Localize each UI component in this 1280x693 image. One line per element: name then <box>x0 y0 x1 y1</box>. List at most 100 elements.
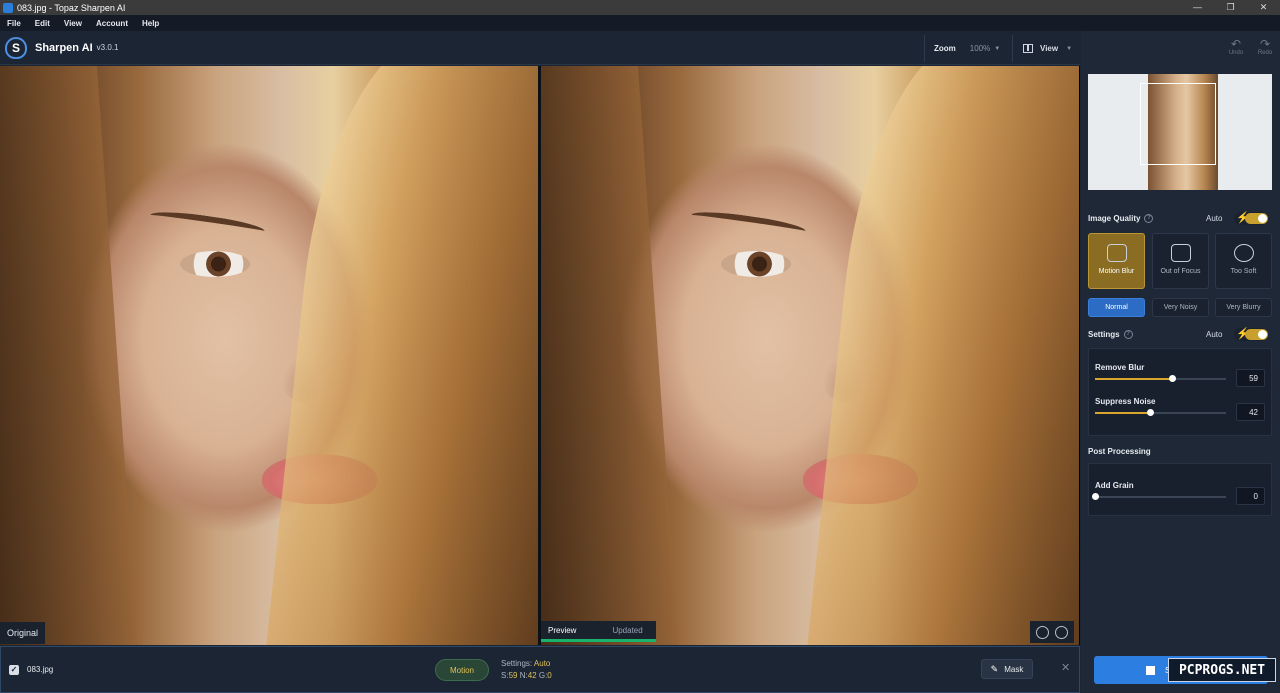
zoom-control[interactable]: Zoom 100% ▼ <box>924 35 1006 62</box>
noise-normal-button[interactable]: Normal <box>1088 298 1145 317</box>
undo-button[interactable]: ↶ Undo <box>1226 38 1246 56</box>
window-titlebar: 083.jpg - Topaz Sharpen AI — ❐ ✕ <box>0 0 1280 15</box>
remove-blur-label: Remove Blur <box>1095 363 1145 372</box>
image-quality-section: Image Quality? <box>1088 214 1154 224</box>
camera-shake-icon <box>1106 244 1127 262</box>
toggle-track <box>1245 329 1268 340</box>
menu-help[interactable]: Help <box>135 19 166 28</box>
mode-label: Out of Focus <box>1160 268 1201 275</box>
mode-badge: Motion <box>435 659 489 681</box>
noise-very-blurry-button[interactable]: Very Blurry <box>1215 298 1272 317</box>
slider-fill <box>1095 378 1173 380</box>
mask-button[interactable]: ✎ Mask <box>981 659 1033 679</box>
mode-label: Too Soft <box>1230 268 1257 275</box>
menu-view[interactable]: View <box>57 19 89 28</box>
navigator-viewport-frame[interactable] <box>1140 83 1216 165</box>
suppress-noise-value[interactable]: 42 <box>1236 403 1265 421</box>
preview-toggle[interactable]: Preview Updated <box>541 621 656 642</box>
brush-icon: ✎ <box>990 663 999 674</box>
mode-out-of-focus-button[interactable]: Out of Focus <box>1152 233 1209 289</box>
split-view-icon <box>1023 44 1033 53</box>
view-control[interactable]: View ▼ <box>1012 35 1080 62</box>
toggle-knob <box>1258 214 1267 223</box>
remove-file-icon[interactable]: ✕ <box>1061 661 1070 674</box>
face-detect-icon[interactable] <box>1036 625 1049 639</box>
suppress-noise-label: Suppress Noise <box>1095 397 1156 406</box>
app-icon <box>3 2 13 13</box>
face-tools <box>1030 621 1074 643</box>
app-header: S Sharpen AI v3.0.1 Zoom 100% ▼ View ▼ <box>0 31 1080 65</box>
original-label: Original <box>0 622 45 644</box>
menu-bar: File Edit View Account Help <box>0 15 1280 31</box>
settings-section: Settings? <box>1088 330 1133 340</box>
chevron-down-icon: ▼ <box>994 45 1001 52</box>
minimize-button[interactable]: — <box>1181 0 1214 15</box>
file-checkbox[interactable]: ✓ <box>9 665 19 675</box>
suppress-noise-slider[interactable] <box>1095 409 1226 416</box>
redo-icon: ↷ <box>1259 37 1271 51</box>
n-label: N: <box>519 671 528 680</box>
slider-handle[interactable] <box>1147 409 1155 416</box>
add-grain-label: Add Grain <box>1095 481 1134 490</box>
maximize-button[interactable]: ❐ <box>1214 0 1247 15</box>
file-name: 083.jpg <box>27 665 54 674</box>
mode-label: Motion Blur <box>1098 268 1135 275</box>
zoom-label: Zoom <box>934 44 956 53</box>
settings-auto-label: Auto <box>1206 330 1223 339</box>
menu-account[interactable]: Account <box>89 19 135 28</box>
zoom-value[interactable]: 100% <box>970 44 990 53</box>
redo-label: Redo <box>1257 50 1273 56</box>
settings-panel: Remove Blur 59 Suppress Noise 42 <box>1088 348 1272 436</box>
post-processing-panel: Add Grain 0 <box>1088 463 1272 516</box>
remove-blur-value[interactable]: 59 <box>1236 369 1265 387</box>
drop-icon <box>1233 244 1254 262</box>
help-icon[interactable]: ? <box>1123 330 1133 340</box>
photo-eye <box>180 251 250 277</box>
face-compare-icon[interactable] <box>1055 625 1068 639</box>
topaz-logo-icon: S <box>5 36 27 59</box>
window-controls: — ❐ ✕ <box>1181 0 1280 15</box>
photo-eye <box>721 251 791 277</box>
save-icon <box>1146 665 1155 675</box>
g-value: 0 <box>547 671 552 680</box>
slider-handle[interactable] <box>1092 493 1099 500</box>
undo-label: Undo <box>1228 50 1244 56</box>
preview-image[interactable] <box>541 66 1079 645</box>
focus-person-icon <box>1170 244 1191 262</box>
app-version: v3.0.1 <box>96 43 119 52</box>
navigator-thumbnail[interactable] <box>1088 74 1272 190</box>
app-name: Sharpen AI <box>35 41 93 54</box>
add-grain-slider[interactable] <box>1092 493 1226 500</box>
mode-too-soft-button[interactable]: Too Soft <box>1215 233 1272 289</box>
file-queue-bar: ✓ 083.jpg Motion Settings: Auto S:59 N:4… <box>0 646 1080 693</box>
settings-title: Settings <box>1088 330 1120 339</box>
settings-summary: Settings: Auto S:59 N:42 G:0 <box>501 658 552 682</box>
help-icon[interactable]: ? <box>1144 214 1154 224</box>
close-window-button[interactable]: ✕ <box>1247 0 1280 15</box>
undo-icon: ↶ <box>1230 37 1242 51</box>
image-quality-auto-toggle[interactable]: ⚡ <box>1234 212 1268 225</box>
redo-button[interactable]: ↷ Redo <box>1255 38 1275 56</box>
image-quality-auto-label: Auto <box>1206 214 1223 223</box>
settings-auto-toggle[interactable]: ⚡ <box>1234 328 1268 341</box>
mode-motion-blur-button[interactable]: Motion Blur <box>1088 233 1145 289</box>
settings-summary-value: Auto <box>533 659 551 668</box>
chevron-down-icon: ▼ <box>1066 45 1073 52</box>
remove-blur-slider[interactable] <box>1095 375 1226 382</box>
s-value: 59 <box>508 671 518 680</box>
image-canvas[interactable] <box>0 66 1080 645</box>
s-label: S: <box>501 671 509 680</box>
menu-edit[interactable]: Edit <box>28 19 57 28</box>
watermark: PCPROGS.NET <box>1168 658 1276 682</box>
slider-handle[interactable] <box>1169 375 1177 382</box>
toggle-knob <box>1258 330 1267 339</box>
noise-very-noisy-button[interactable]: Very Noisy <box>1152 298 1209 317</box>
preview-label[interactable]: Preview <box>548 626 576 635</box>
menu-file[interactable]: File <box>0 19 28 28</box>
original-image[interactable] <box>0 66 538 645</box>
add-grain-value[interactable]: 0 <box>1236 487 1265 505</box>
mask-label: Mask <box>1004 664 1024 674</box>
updated-label: Updated <box>612 625 643 635</box>
settings-summary-label: Settings: <box>501 659 533 668</box>
n-value: 42 <box>527 671 537 680</box>
